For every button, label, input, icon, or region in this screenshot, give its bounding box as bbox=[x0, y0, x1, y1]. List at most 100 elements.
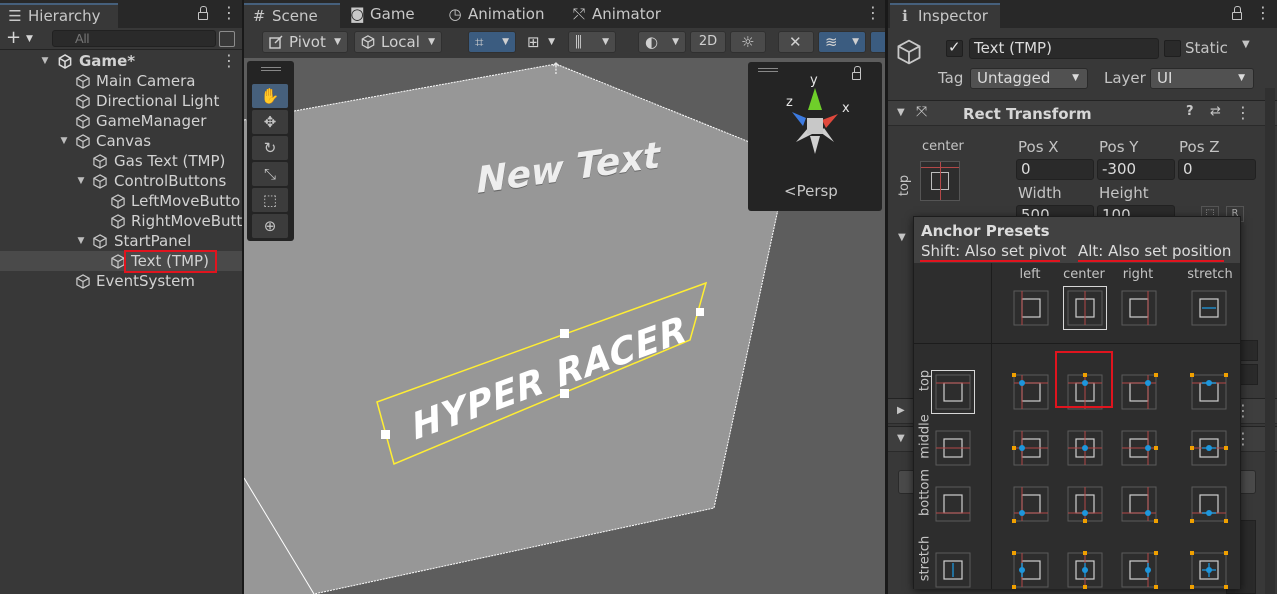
rotate-tool-icon[interactable]: ↻ bbox=[252, 136, 288, 160]
increment-snap-button[interactable]: ⊞ ▼ bbox=[520, 31, 562, 53]
move-arrows-icon[interactable]: ⇡ bbox=[549, 59, 562, 78]
field-fragment[interactable] bbox=[1240, 364, 1258, 385]
fold-arrow-icon[interactable]: ▼ bbox=[898, 232, 906, 243]
anchor-preset-top-stretch[interactable] bbox=[1190, 373, 1228, 411]
chevron-down-icon[interactable]: ▼ bbox=[1242, 39, 1250, 50]
persp-label[interactable]: <Persp bbox=[784, 182, 838, 200]
chevron-down-icon[interactable]: ▼ bbox=[26, 30, 33, 48]
anchor-rowheader-bottom[interactable] bbox=[934, 485, 972, 523]
add-icon[interactable]: + bbox=[6, 28, 21, 48]
toggle-2d-button[interactable]: 2D bbox=[690, 31, 726, 53]
fold-arrow-icon[interactable]: ▼ bbox=[76, 171, 86, 191]
anchor-preset-button[interactable] bbox=[920, 161, 960, 201]
scene-viewport[interactable]: ⇡ New Text HYPER RACER ✋ ✥ ↻ ⤡ ⬚ ⊕ y x z… bbox=[244, 58, 885, 594]
anchor-rowheader-middle[interactable] bbox=[934, 429, 972, 467]
rect-handle[interactable] bbox=[381, 430, 390, 439]
anchor-preset-stretch-center[interactable] bbox=[1066, 551, 1104, 589]
audio-toggle-button[interactable]: ✕ bbox=[778, 31, 814, 53]
tree-item-canvas[interactable]: ▼ Canvas bbox=[0, 131, 242, 151]
tree-item-leftmovebutton[interactable]: LeftMoveButto bbox=[0, 191, 242, 211]
tab-scene[interactable]: # Scene bbox=[244, 3, 340, 28]
tree-item-main-camera[interactable]: Main Camera bbox=[0, 71, 242, 91]
tree-item-gas-text[interactable]: Gas Text (TMP) bbox=[0, 151, 242, 171]
menu-kebab-icon[interactable] bbox=[1255, 3, 1271, 22]
rect-transform-header[interactable]: ▼ ⤧ Rect Transform ? ⇄ bbox=[888, 100, 1277, 126]
hand-tool-icon[interactable]: ✋ bbox=[252, 84, 288, 108]
object-name-field[interactable]: Text (TMP) bbox=[969, 38, 1159, 59]
render-mode-button[interactable]: ⫼ ▼ bbox=[568, 31, 616, 53]
anchor-preset-bottom-center[interactable] bbox=[1066, 485, 1104, 523]
anchor-preset-bottom-left[interactable] bbox=[1012, 485, 1050, 523]
tab-hierarchy[interactable]: ☰ Hierarchy bbox=[0, 3, 118, 28]
orientation-gizmo[interactable]: y x z <Persp bbox=[748, 62, 882, 211]
pos-x-field[interactable]: 0 bbox=[1016, 159, 1094, 180]
rect-tool-icon[interactable]: ⬚ bbox=[252, 188, 288, 212]
anchor-header-right[interactable] bbox=[1120, 289, 1158, 327]
anchor-preset-top-left[interactable] bbox=[1012, 373, 1050, 411]
gizmos-button[interactable] bbox=[870, 31, 885, 53]
anchor-preset-bottom-stretch[interactable] bbox=[1190, 485, 1228, 523]
pos-y-field[interactable]: -300 bbox=[1097, 159, 1175, 180]
anchor-preset-stretch-left[interactable] bbox=[1012, 551, 1050, 589]
anchor-preset-middle-right[interactable] bbox=[1120, 429, 1158, 467]
anchor-header-left[interactable] bbox=[1012, 289, 1050, 327]
anchor-preset-middle-stretch[interactable] bbox=[1190, 429, 1228, 467]
pivot-dropdown[interactable]: Pivot ▼ bbox=[262, 31, 348, 53]
menu-kebab-icon[interactable] bbox=[865, 3, 881, 22]
fold-arrow-icon[interactable]: ▼ bbox=[40, 51, 50, 71]
fold-arrow-icon[interactable]: ▼ bbox=[897, 433, 905, 444]
tab-animation[interactable]: ◷ Animation bbox=[440, 3, 553, 28]
tree-item-game[interactable]: ▼ Game* bbox=[0, 51, 242, 71]
hierarchy-search-input[interactable] bbox=[52, 30, 216, 47]
drag-handle-icon[interactable] bbox=[261, 67, 281, 71]
move-tool-icon[interactable]: ✥ bbox=[252, 110, 288, 134]
fold-arrow-icon[interactable]: ▼ bbox=[76, 231, 86, 251]
anchor-preset-middle-left[interactable] bbox=[1012, 429, 1050, 467]
tree-item-gamemanager[interactable]: GameManager bbox=[0, 111, 242, 131]
scene-visibility-icon[interactable] bbox=[219, 31, 235, 47]
menu-kebab-icon[interactable] bbox=[221, 3, 237, 22]
layer-dropdown[interactable]: UI ▼ bbox=[1150, 68, 1254, 89]
lock-icon[interactable] bbox=[198, 6, 208, 20]
scale-tool-icon[interactable]: ⤡ bbox=[252, 162, 288, 186]
fold-arrow-icon[interactable]: ▼ bbox=[59, 131, 69, 151]
anchor-header-stretch[interactable] bbox=[1190, 289, 1228, 327]
anchor-preset-bottom-right[interactable] bbox=[1120, 485, 1158, 523]
tag-dropdown[interactable]: Untagged ▼ bbox=[970, 68, 1088, 89]
tree-item-controlbuttons[interactable]: ▼ ControlButtons bbox=[0, 171, 242, 191]
static-checkbox[interactable] bbox=[1164, 40, 1181, 57]
anchor-preset-top-right[interactable] bbox=[1120, 373, 1158, 411]
settings-sliders-icon[interactable]: ⇄ bbox=[1210, 104, 1221, 119]
tree-item-startpanel[interactable]: ▼ StartPanel bbox=[0, 231, 242, 251]
tab-animator[interactable]: ⤲ Animator bbox=[564, 3, 669, 28]
anchor-rowheader-top[interactable] bbox=[931, 370, 975, 414]
lighting-toggle-button[interactable]: ☼ bbox=[730, 31, 766, 53]
tree-item-eventsystem[interactable]: EventSystem bbox=[0, 271, 242, 291]
transform-tool-icon[interactable]: ⊕ bbox=[252, 214, 288, 238]
grid-snap-button[interactable]: ⌗ ▼ bbox=[468, 31, 516, 53]
active-checkbox[interactable] bbox=[946, 38, 963, 57]
anchor-rowheader-stretch[interactable] bbox=[934, 551, 972, 589]
tab-game[interactable]: ◙ Game bbox=[342, 3, 423, 28]
anchor-preset-stretch-stretch[interactable] bbox=[1190, 551, 1228, 589]
lock-icon[interactable] bbox=[1232, 6, 1242, 20]
anchor-preset-middle-center[interactable] bbox=[1066, 429, 1104, 467]
rect-handle[interactable] bbox=[696, 308, 704, 316]
tree-item-rightmovebutton[interactable]: RightMoveButt bbox=[0, 211, 242, 231]
effects-button[interactable]: ≋ ▼ bbox=[818, 31, 866, 53]
anchor-preset-stretch-right[interactable] bbox=[1120, 551, 1158, 589]
help-icon[interactable]: ? bbox=[1186, 104, 1194, 119]
field-fragment[interactable] bbox=[1240, 340, 1258, 361]
local-dropdown[interactable]: Local ▼ bbox=[354, 31, 442, 53]
tab-inspector[interactable]: ℹ Inspector bbox=[890, 3, 1000, 28]
menu-kebab-icon[interactable] bbox=[1235, 103, 1251, 122]
shading-mode-button[interactable]: ◐ ▼ bbox=[638, 31, 686, 53]
menu-kebab-icon[interactable] bbox=[221, 51, 237, 71]
anchor-header-center[interactable] bbox=[1063, 286, 1107, 330]
tree-item-directional-light[interactable]: Directional Light bbox=[0, 91, 242, 111]
rect-handle[interactable] bbox=[560, 329, 569, 338]
fold-arrow-icon[interactable]: ▼ bbox=[897, 107, 905, 118]
inspector-scrollbar[interactable] bbox=[1265, 88, 1275, 594]
fold-arrow-icon[interactable]: ▶ bbox=[897, 405, 905, 416]
pos-z-field[interactable]: 0 bbox=[1178, 159, 1256, 180]
